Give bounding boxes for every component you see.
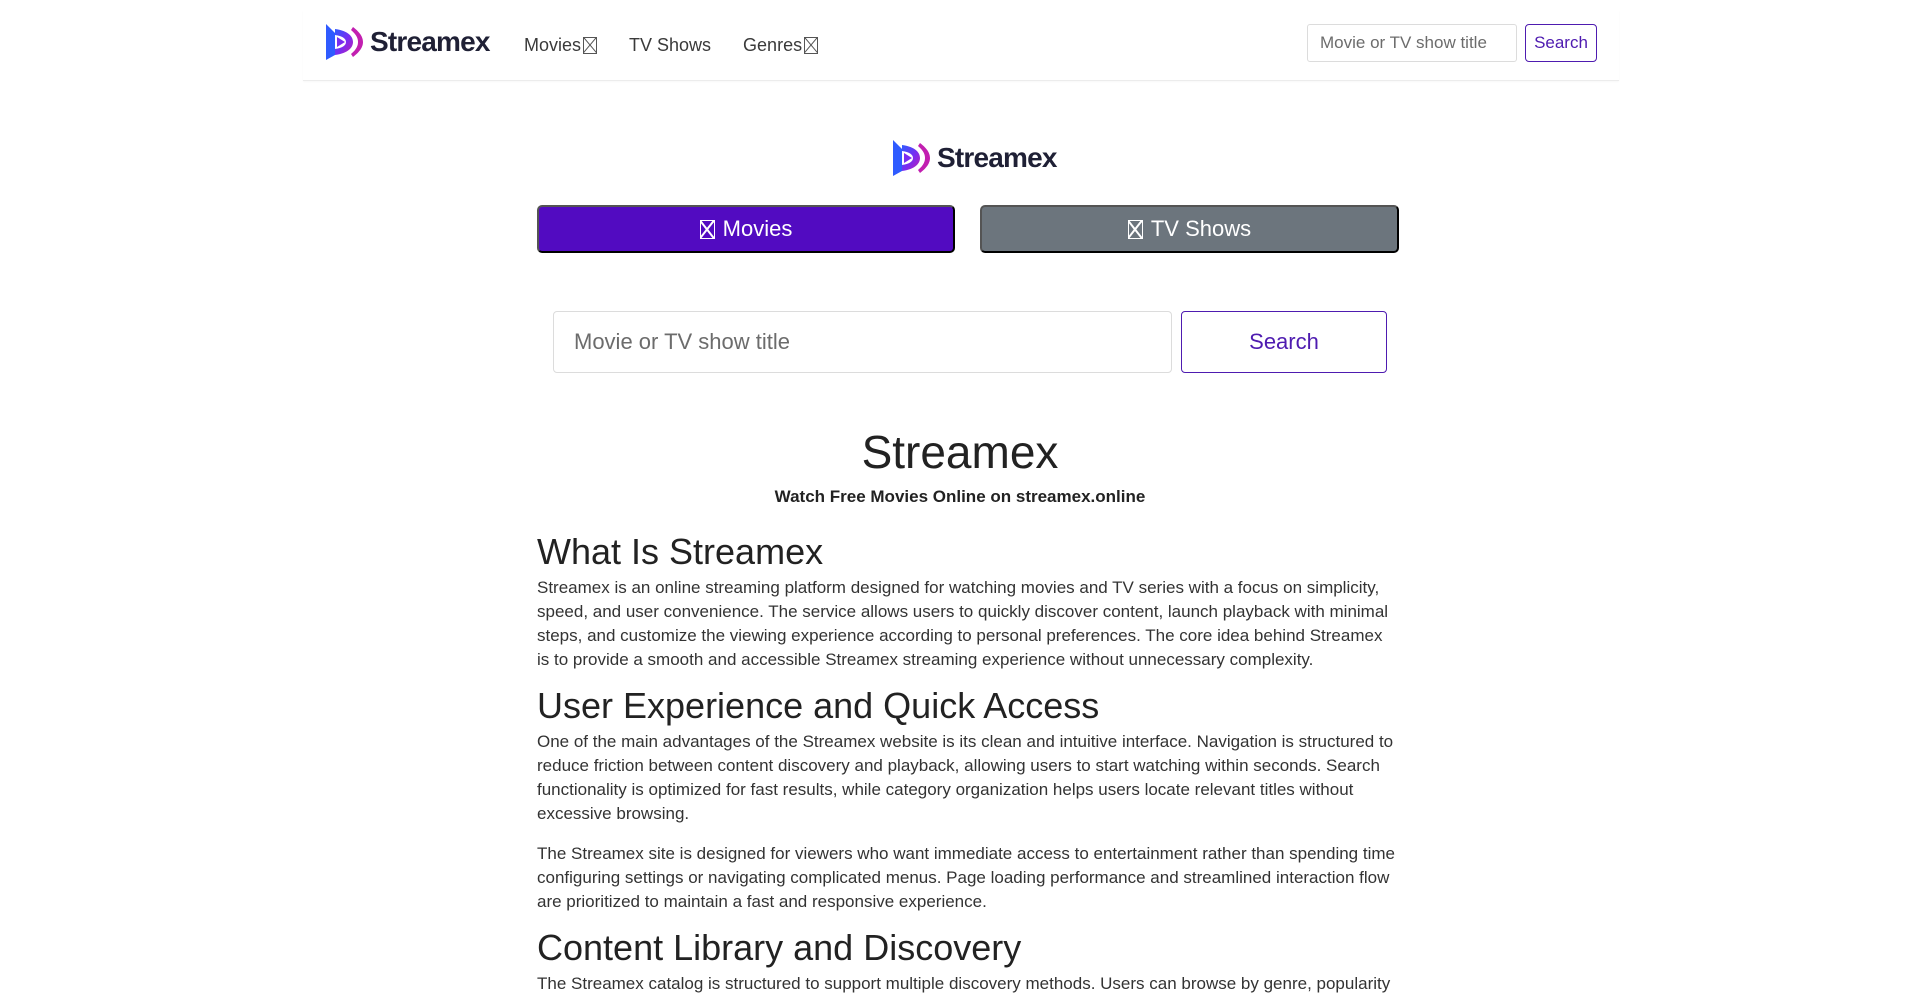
section-heading: What Is Streamex <box>537 531 824 572</box>
main-search-button[interactable]: Search <box>1181 311 1387 373</box>
center-brand-logo[interactable]: Streamex <box>890 136 1057 180</box>
dropdown-icon <box>583 36 598 54</box>
tv-icon <box>1127 219 1143 239</box>
nav-search-input[interactable] <box>1307 24 1517 62</box>
tv-shows-toggle-button[interactable]: TV Shows <box>980 205 1399 253</box>
nav-genres-dropdown[interactable]: Genres <box>743 34 819 56</box>
nav-genres-label: Genres <box>743 34 803 55</box>
section-paragraph: The Streamex catalog is structured to su… <box>537 974 1391 993</box>
brand-logo[interactable]: Streamex <box>323 22 490 62</box>
nav-movies-label: Movies <box>524 34 582 55</box>
movies-toggle-label: Movies <box>722 216 793 241</box>
nav-search-button[interactable]: Search <box>1525 24 1597 62</box>
dropdown-icon <box>804 36 819 54</box>
brand-name: Streamex <box>370 26 490 57</box>
brand-name: Streamex <box>937 142 1057 173</box>
section-paragraph: One of the main advantages of the Stream… <box>537 732 1394 823</box>
tv-shows-toggle-label: TV Shows <box>1150 216 1252 241</box>
movies-toggle-button[interactable]: Movies <box>537 205 955 253</box>
section-paragraph: The Streamex site is designed for viewer… <box>537 844 1395 911</box>
main-search-input[interactable] <box>553 311 1172 373</box>
section-paragraph: Streamex is an online streaming platform… <box>537 578 1389 669</box>
streamex-logo-icon <box>326 24 363 60</box>
nav-movies-dropdown[interactable]: Movies <box>524 34 598 56</box>
nav-links: Movies TV Shows Genres <box>524 10 850 80</box>
article-content: What Is Streamex Streamex is an online s… <box>537 528 1399 993</box>
top-navbar: Streamex Movies TV Shows Genres Search <box>303 10 1619 81</box>
section-heading: Content Library and Discovery <box>537 927 1022 968</box>
nav-search-form: Search <box>1307 24 1597 62</box>
nav-tv-shows-label: TV Shows <box>629 34 712 55</box>
page-title: Streamex <box>861 426 1059 478</box>
nav-tv-shows-link[interactable]: TV Shows <box>629 35 711 56</box>
section-heading: User Experience and Quick Access <box>537 685 1100 726</box>
page-subtitle: Watch Free Movies Online on streamex.onl… <box>774 487 1146 506</box>
movie-icon <box>699 219 715 239</box>
streamex-logo-icon <box>893 140 930 176</box>
